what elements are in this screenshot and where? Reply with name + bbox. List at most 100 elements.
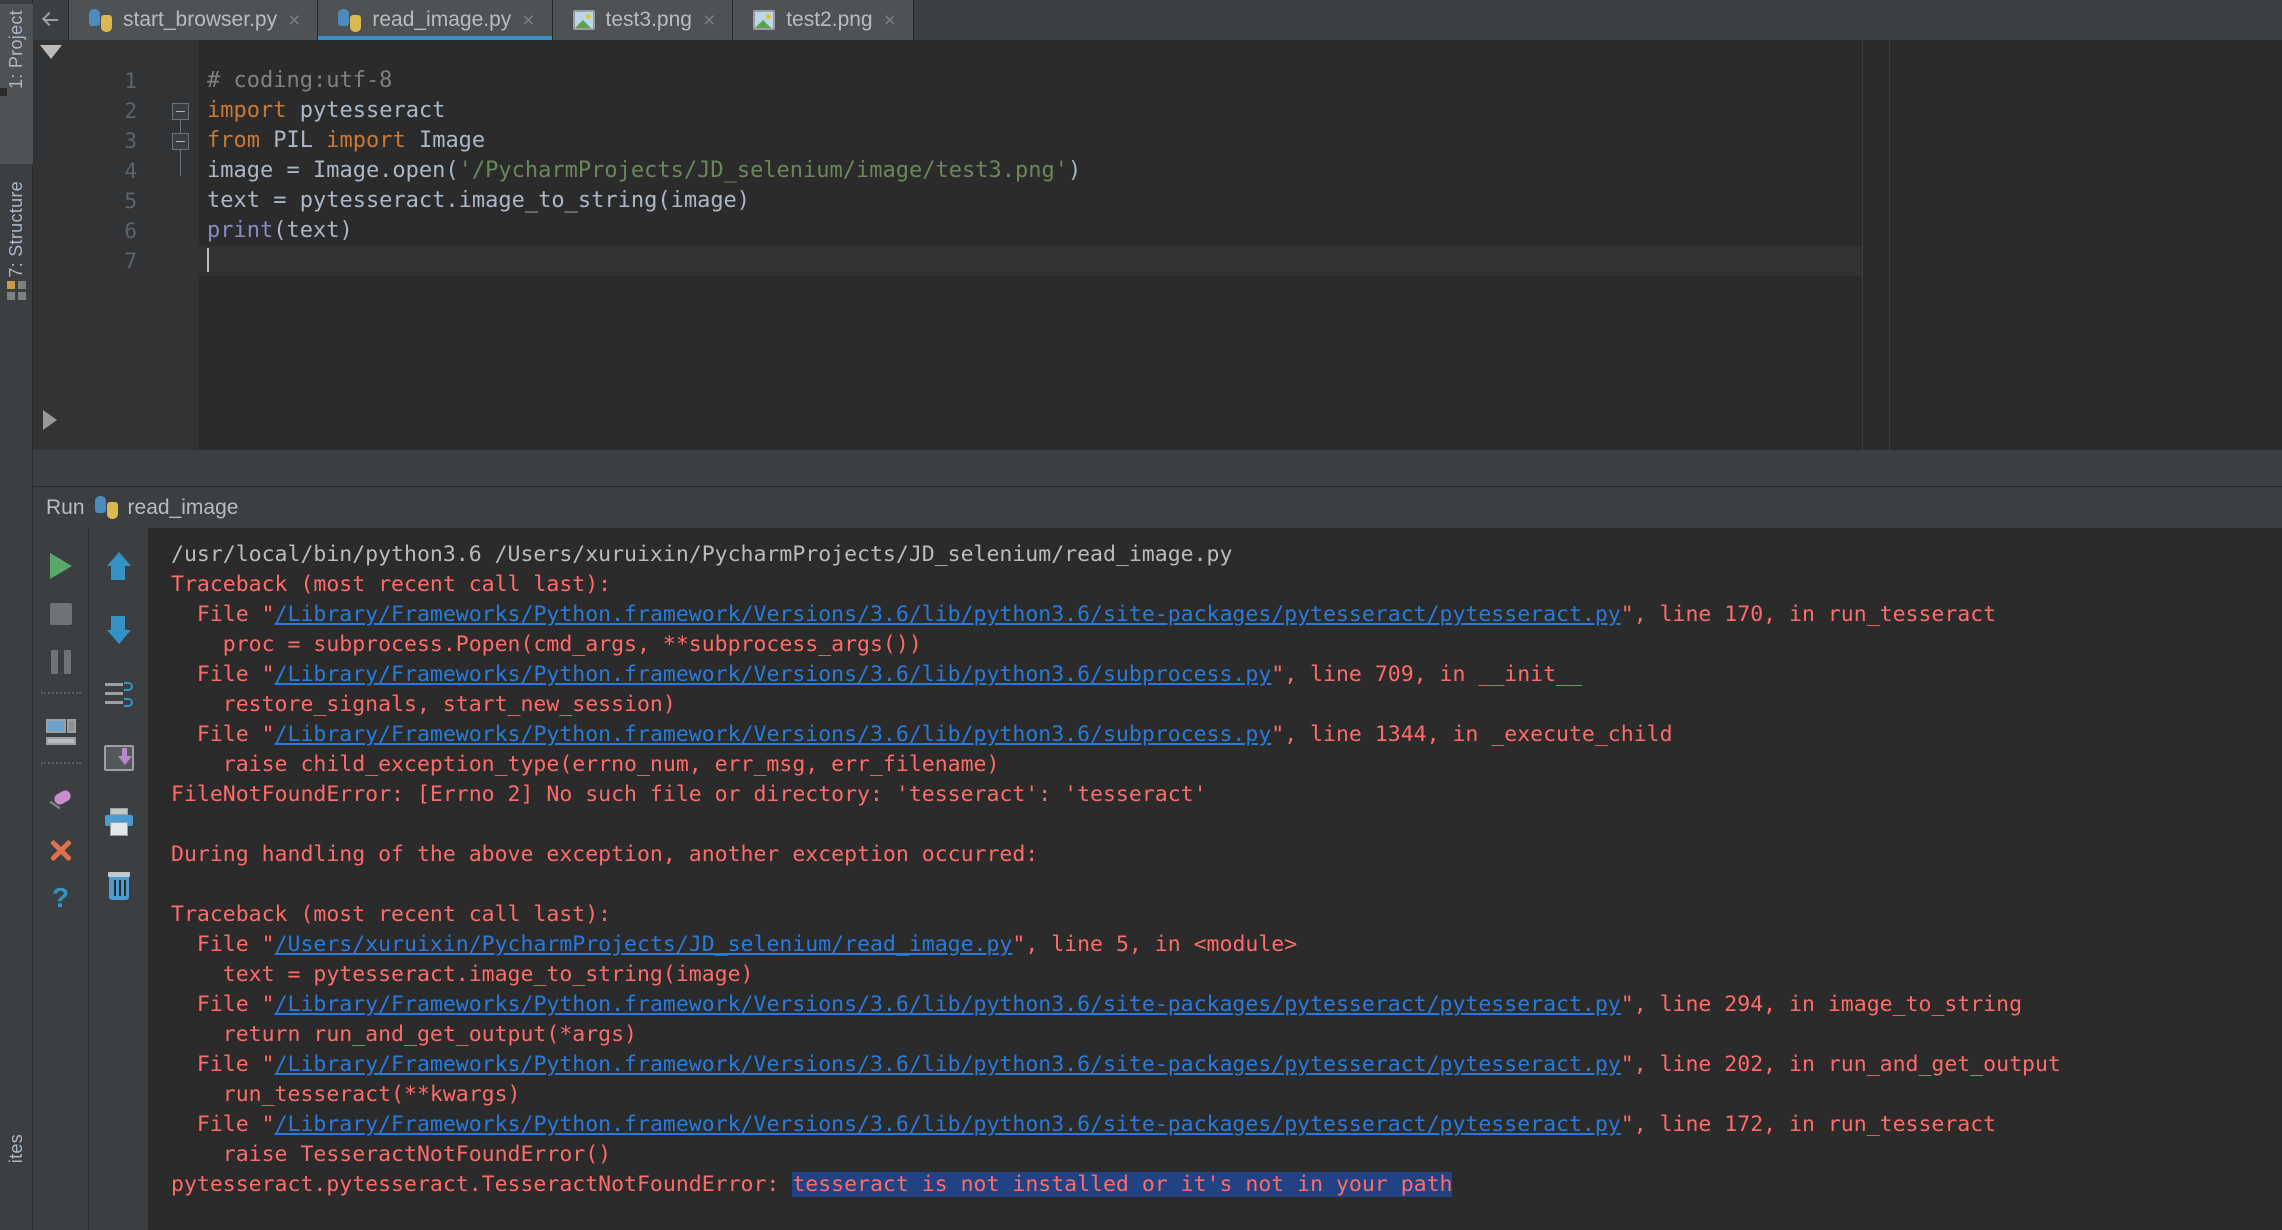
collapse-all-triangle-icon[interactable]	[40, 45, 62, 59]
fold-region-line	[180, 150, 181, 176]
help-button[interactable]: ?	[39, 876, 83, 920]
console-output[interactable]: /usr/local/bin/python3.6 /Users/xuruixin…	[149, 528, 2282, 1230]
soft-wrap-button[interactable]	[97, 672, 141, 716]
editor-marker-column[interactable]	[33, 40, 69, 450]
console-line: File "/Library/Frameworks/Python.framewo…	[171, 720, 2282, 750]
code-editor[interactable]: 1 2 3 4 5 6 7 # coding:utf-8 import pyte…	[33, 40, 2282, 450]
code-line-1[interactable]: # coding:utf-8	[199, 66, 1862, 96]
console-text: raise child_exception_type(errno_num, er…	[171, 752, 1000, 777]
console-selected-text: tesseract is not installed or it's not i…	[792, 1172, 1453, 1197]
line-number: 5	[124, 189, 137, 213]
tab-read-image[interactable]: read_image.py ×	[318, 0, 553, 40]
console-text: ", line 294, in image_to_string	[1620, 992, 2023, 1017]
code-token-text: PIL	[259, 128, 327, 153]
console-file-link[interactable]: /Users/xuruixin/PycharmProjects/JD_selen…	[275, 932, 1013, 957]
line-number-gutter: 1 2 3 4 5 6 7	[69, 40, 199, 450]
code-token-text: text = pytesseract.image_to_string(image…	[207, 188, 751, 213]
console-file-link[interactable]: /Library/Frameworks/Python.framework/Ver…	[275, 722, 1272, 747]
tab-label: read_image.py	[372, 8, 512, 31]
sidebar-item-project-label: 1: Project	[6, 10, 26, 90]
code-line-2[interactable]: import pytesseract	[199, 96, 1862, 126]
fold-toggle-icon[interactable]	[172, 103, 189, 120]
console-text: run_tesseract(**kwargs)	[171, 1082, 521, 1107]
sidebar-item-favorites[interactable]: ites	[0, 1130, 33, 1230]
stop-button[interactable]	[39, 592, 83, 636]
console-file-link[interactable]: /Library/Frameworks/Python.framework/Ver…	[275, 992, 1621, 1017]
pin-tab-button[interactable]	[39, 780, 83, 824]
down-stacktrace-button[interactable]	[97, 608, 141, 652]
console-line: raise TesseractNotFoundError()	[171, 1140, 2282, 1170]
code-line-5[interactable]: text = pytesseract.image_to_string(image…	[199, 186, 1862, 216]
close-icon[interactable]: ×	[522, 10, 534, 31]
code-line-4[interactable]: image = Image.open('/PycharmProjects/JD_…	[199, 156, 1862, 186]
console-line: restore_signals, start_new_session)	[171, 690, 2282, 720]
console-text: File "	[171, 1052, 275, 1077]
console-text: File "	[171, 602, 275, 627]
fold-toggle-icon[interactable]	[172, 133, 189, 150]
code-token-text: )	[1067, 158, 1082, 183]
left-tool-stripe: 1: Project 7: Structure ites	[0, 0, 33, 1230]
close-icon[interactable]: ×	[703, 10, 715, 31]
console-line: File "/Library/Frameworks/Python.framewo…	[171, 660, 2282, 690]
structure-icon	[6, 280, 27, 301]
python-file-icon	[338, 8, 362, 32]
pause-button[interactable]	[39, 640, 83, 684]
tab-test2-png[interactable]: test2.png ×	[733, 0, 914, 40]
console-line: raise child_exception_type(errno_num, er…	[171, 750, 2282, 780]
export-button[interactable]	[97, 736, 141, 780]
console-file-link[interactable]: /Library/Frameworks/Python.framework/Ver…	[275, 1052, 1621, 1077]
console-text: File "	[171, 932, 275, 957]
editor-tabs-bar: start_browser.py × read_image.py × test3…	[33, 0, 2282, 40]
console-file-link[interactable]: /Library/Frameworks/Python.framework/Ver…	[275, 1112, 1621, 1137]
printer-icon	[104, 808, 133, 836]
code-token-text: image = Image.open(	[207, 158, 459, 183]
run-tool-window-body: ? /usr/local/bin/python3.6 /Users/xuruix…	[33, 528, 2282, 1230]
tab-start-browser[interactable]: start_browser.py ×	[69, 0, 319, 40]
code-line-3[interactable]: from PIL import Image	[199, 126, 1862, 156]
console-text: /usr/local/bin/python3.6 /Users/xuruixin…	[171, 542, 1233, 567]
rerun-button[interactable]	[39, 544, 83, 588]
console-file-link[interactable]: /Library/Frameworks/Python.framework/Ver…	[275, 662, 1272, 687]
code-line-6[interactable]: print(text)	[199, 216, 1862, 246]
run-configuration-name[interactable]: read_image	[128, 496, 239, 520]
clear-all-button[interactable]	[97, 864, 141, 908]
sidebar-item-project[interactable]: 1: Project	[0, 4, 33, 164]
close-icon[interactable]: ×	[288, 10, 300, 31]
code-token-keyword: import	[326, 128, 406, 153]
sidebar-item-favorites-label: ites	[6, 1134, 26, 1164]
console-text: raise TesseractNotFoundError()	[171, 1142, 612, 1167]
arrow-down-icon	[106, 616, 131, 644]
question-mark-icon: ?	[51, 882, 70, 913]
console-text: ", line 172, in run_tesseract	[1620, 1112, 1997, 1137]
run-gutter-icon[interactable]	[43, 410, 57, 430]
image-file-icon	[753, 10, 776, 30]
console-line: File "/Library/Frameworks/Python.framewo…	[171, 600, 2282, 630]
show-console-button[interactable]	[39, 710, 83, 754]
console-text: ", line 5, in <module>	[1012, 932, 1298, 957]
console-file-link[interactable]: /Library/Frameworks/Python.framework/Ver…	[275, 602, 1621, 627]
close-icon[interactable]: ×	[884, 10, 896, 31]
export-icon	[103, 745, 134, 771]
close-x-icon	[48, 837, 74, 863]
console-text: File "	[171, 992, 275, 1017]
print-button[interactable]	[97, 800, 141, 844]
console-line	[171, 810, 2282, 840]
console-text: pytesseract.pytesseract.TesseractNotFoun…	[171, 1172, 793, 1197]
close-button[interactable]	[39, 828, 83, 872]
sidebar-item-structure[interactable]: 7: Structure	[0, 175, 33, 355]
play-icon	[49, 553, 72, 579]
tabs-empty-space	[913, 0, 2282, 40]
console-line: proc = subprocess.Popen(cmd_args, **subp…	[171, 630, 2282, 660]
right-margin-line	[1889, 40, 1890, 450]
code-line-7[interactable]	[199, 246, 1862, 276]
stop-icon	[49, 603, 72, 625]
arrow-up-icon	[106, 552, 131, 580]
tab-test3-png[interactable]: test3.png ×	[552, 0, 734, 40]
code-text-area[interactable]: # coding:utf-8 import pytesseract from P…	[199, 40, 1890, 450]
collapse-panel-button[interactable]	[33, 0, 69, 40]
up-stacktrace-button[interactable]	[97, 544, 141, 588]
sidebar-item-structure-label: 7: Structure	[6, 181, 26, 278]
pause-icon	[50, 650, 72, 674]
console-line: Traceback (most recent call last):	[171, 900, 2282, 930]
